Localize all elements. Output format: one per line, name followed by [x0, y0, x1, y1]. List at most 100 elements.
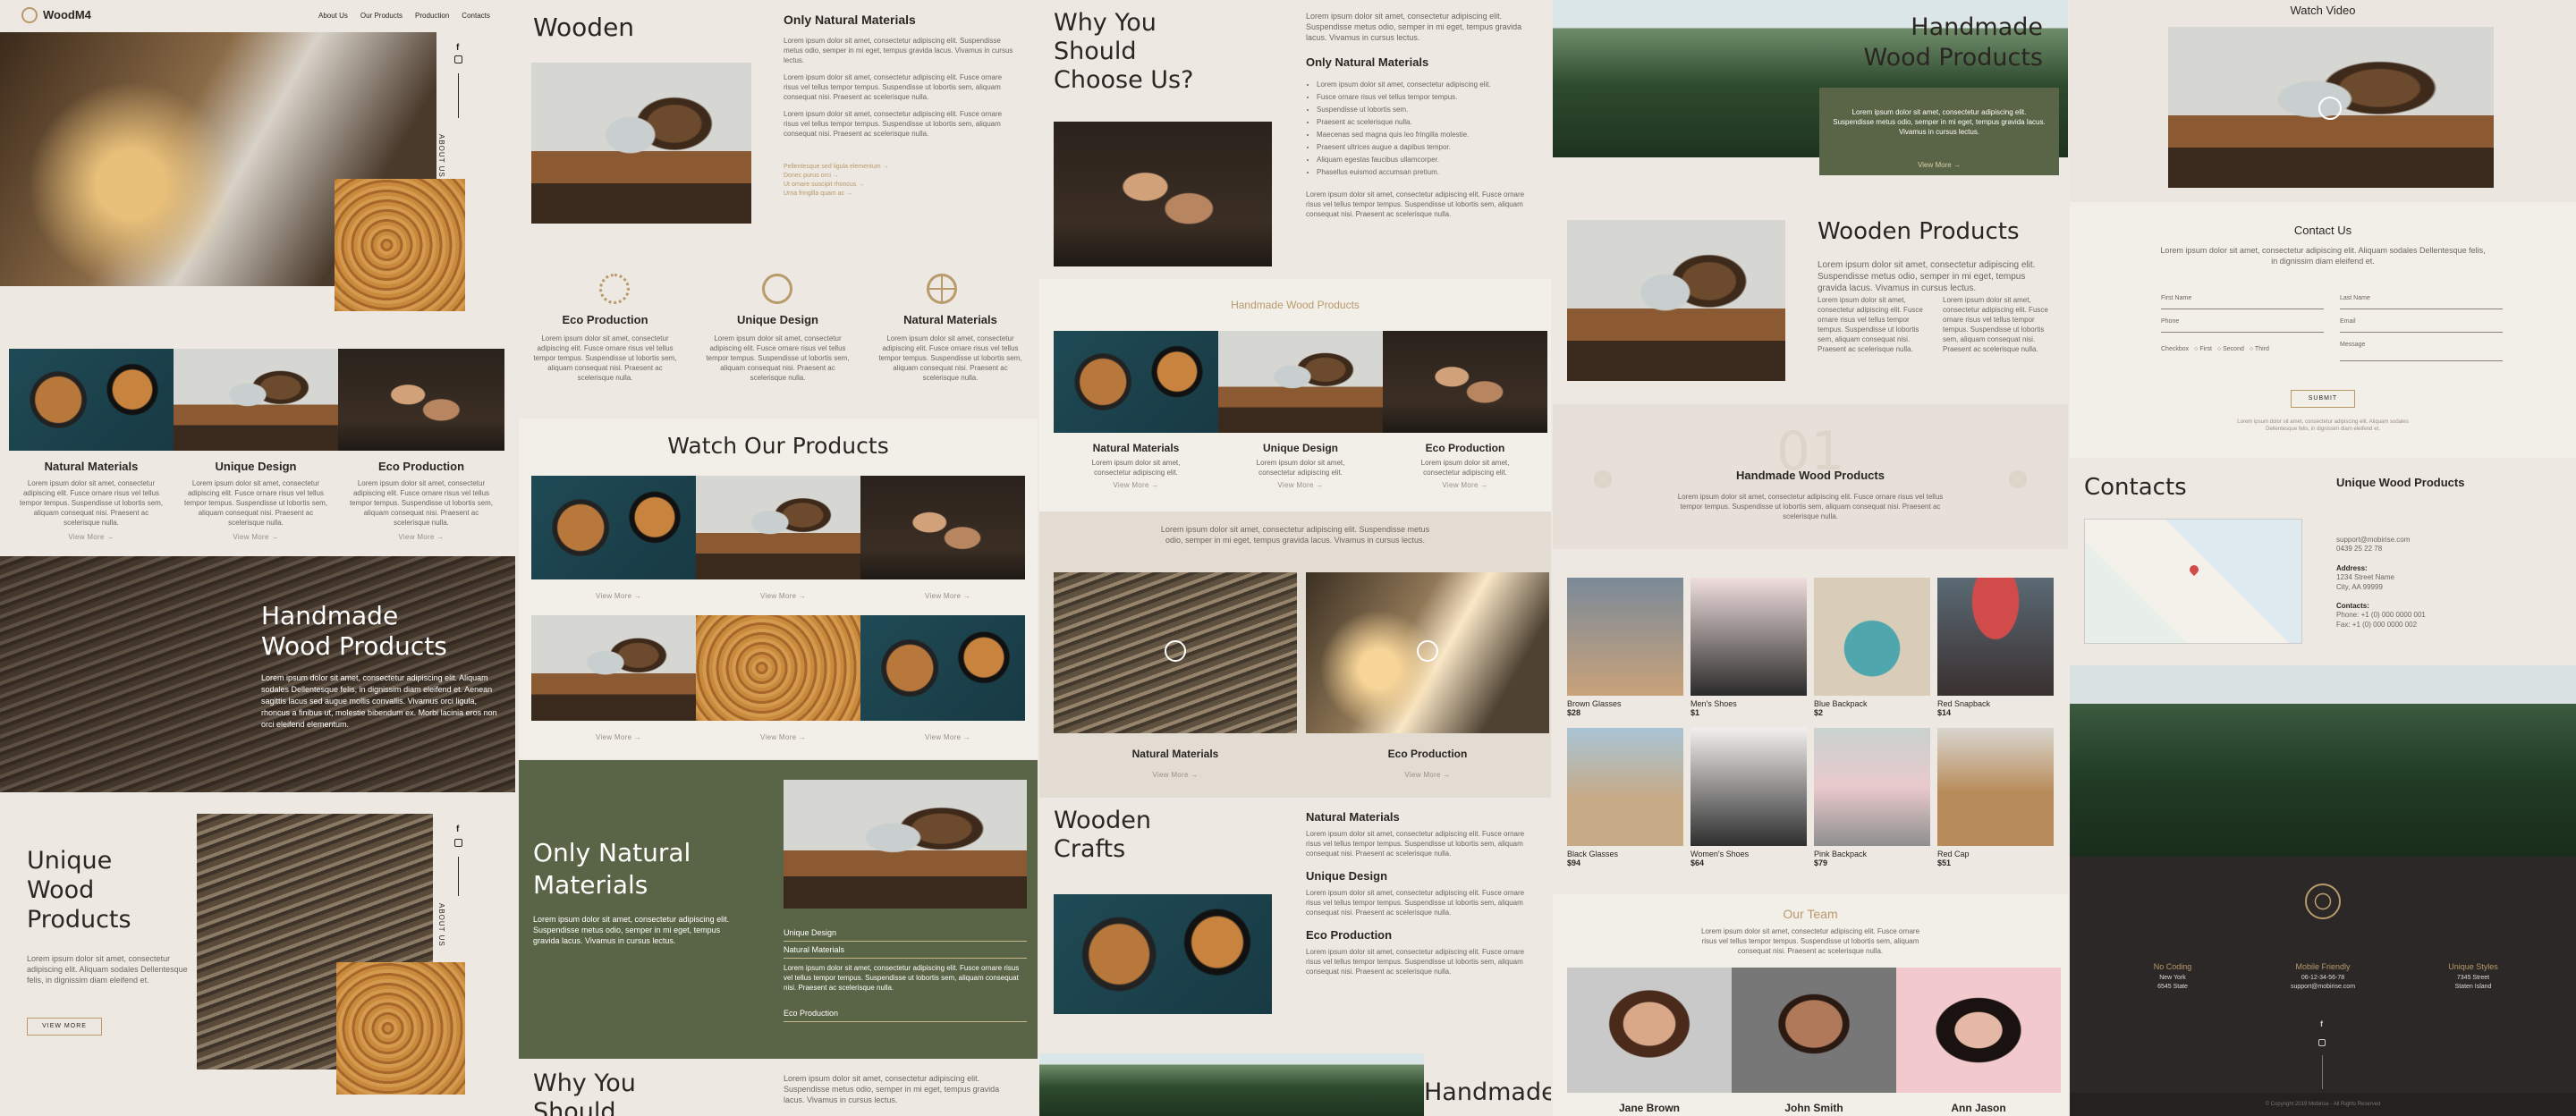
product-name: Women's Shoes — [1690, 850, 1750, 858]
view-more-link[interactable]: View More → — [1819, 161, 2059, 169]
footer-col-text: 06-12-34-56-78 support@mobirise.com — [2290, 975, 2356, 990]
card-text: Lorem ipsum dolor sit amet, consectetur … — [1091, 459, 1181, 477]
product-card[interactable]: Pink Backpack $79 — [1814, 728, 1930, 867]
view-more-link[interactable]: View More → — [1054, 771, 1297, 779]
view-more-link[interactable]: View More → — [760, 733, 806, 741]
crafts-item-text: Lorem ipsum dolor sit amet, consectetur … — [1306, 830, 1525, 858]
unique-text: Lorem ipsum dolor sit amet, consectetur … — [27, 954, 188, 985]
nav-item-production[interactable]: Production — [415, 12, 449, 20]
checkbox-group: Checkbox ○ First ○ Second ○ Third — [2161, 342, 2324, 356]
product-price: $1 — [1690, 708, 1700, 717]
feature-title: Unique Design — [215, 460, 297, 473]
play-icon[interactable] — [2318, 97, 2342, 120]
facebook-icon[interactable]: f — [456, 43, 459, 53]
play-icon[interactable] — [1417, 640, 1438, 662]
view-more-link[interactable]: View More → — [596, 733, 641, 741]
why-text: Lorem ipsum dolor sit amet, consectetur … — [784, 1074, 1000, 1104]
product-card[interactable]: Red Snapback $14 — [1937, 578, 2054, 717]
slider-prev-icon[interactable] — [1594, 470, 1612, 488]
field-label: First Name — [2161, 295, 2192, 301]
column-5: Watch Video Contact Us Lorem ipsum dolor… — [2070, 0, 2576, 1116]
card-photo — [1218, 331, 1383, 433]
why-bullets: Lorem ipsum dolor sit amet, consectetur … — [1317, 79, 1540, 179]
handmade-text: Lorem ipsum dolor sit amet, consectetur … — [261, 673, 497, 729]
list-link[interactable]: Pellentesque sed ligula elementum → — [784, 163, 889, 172]
first-name-field[interactable]: First Name — [2161, 295, 2324, 309]
feature-text: Lorem ipsum dolor sit amet, consectetur … — [183, 479, 328, 527]
nav-item-about[interactable]: About Us — [318, 12, 348, 20]
instagram-icon[interactable] — [454, 839, 462, 847]
map[interactable] — [2084, 519, 2302, 644]
phone-field[interactable]: Phone — [2161, 318, 2324, 333]
card: Eco Production Lorem ipsum dolor sit ame… — [1383, 442, 1547, 489]
product-photo[interactable] — [696, 476, 860, 579]
accordion-item[interactable]: Eco Production — [784, 1005, 1027, 1022]
view-more-link[interactable]: View More → — [925, 733, 970, 741]
view-more-link[interactable]: View More → — [1383, 481, 1547, 489]
checkbox-option[interactable]: ○ Second — [2217, 346, 2244, 352]
facebook-icon[interactable]: f — [2320, 1019, 2323, 1028]
view-more-link[interactable]: View More → — [1054, 481, 1218, 489]
footer-col-title: Unique Styles — [2448, 962, 2498, 971]
about-us-vertical[interactable]: ABOUT US — [437, 134, 445, 178]
handmade-bottom-title: Handmade — [1424, 1078, 1551, 1106]
list-link[interactable]: Urna fringilla quam ac → — [784, 190, 889, 199]
instagram-icon[interactable] — [454, 55, 462, 63]
product-card[interactable]: Black Glasses $94 — [1567, 728, 1683, 867]
brand-name[interactable]: WoodM4 — [43, 8, 91, 21]
product-photo[interactable] — [531, 476, 696, 579]
nav-item-products[interactable]: Our Products — [360, 12, 402, 20]
product-photo[interactable] — [860, 476, 1025, 579]
last-name-field[interactable]: Last Name — [2340, 295, 2503, 309]
list-link[interactable]: Ut ornare suscipit rhoncus → — [784, 181, 889, 190]
handmade-title: Handmade Wood Products — [261, 601, 447, 661]
message-field[interactable]: Message — [2340, 342, 2503, 361]
card-text: Lorem ipsum dolor sit amet, consectetur … — [1256, 459, 1345, 477]
product-photo[interactable] — [860, 615, 1025, 721]
handmade-small-heading: Handmade Wood Products — [1231, 299, 1360, 311]
product-card[interactable]: Brown Glasses $28 — [1567, 578, 1683, 717]
facebook-icon[interactable]: f — [456, 824, 459, 834]
view-more-link[interactable]: View More → — [1306, 771, 1549, 779]
view-more-link[interactable]: View More → — [925, 592, 970, 600]
view-more-link[interactable]: View More → — [16, 533, 166, 541]
wooden-products-photo — [1567, 220, 1785, 381]
checkbox-option[interactable]: ○ Third — [2250, 346, 2269, 352]
list-link[interactable]: Donec purus orci → — [784, 172, 889, 181]
view-more-link[interactable]: View More → — [345, 533, 497, 541]
card-title: Unique Design — [1262, 442, 1338, 454]
checkbox-option[interactable]: ○ First — [2194, 346, 2212, 352]
email-field[interactable]: Email — [2340, 318, 2503, 333]
slider-next-icon[interactable] — [2009, 470, 2027, 488]
product-photo[interactable] — [696, 615, 860, 721]
view-more-link[interactable]: View More → — [181, 533, 331, 541]
forest-banner-photo — [2070, 665, 2576, 857]
product-card[interactable]: Women's Shoes $64 — [1690, 728, 1807, 867]
logo-icon[interactable] — [21, 7, 38, 23]
product-name: Brown Glasses — [1567, 699, 1622, 708]
accordion-item[interactable]: Natural Materials — [784, 942, 1027, 959]
submit-button[interactable]: SUBMIT — [2291, 390, 2355, 408]
why-photo — [1054, 122, 1272, 266]
about-us-vertical[interactable]: ABOUT US — [437, 903, 445, 947]
view-more-link[interactable]: View More → — [760, 592, 806, 600]
product-photo[interactable] — [531, 615, 696, 721]
nav-item-contacts[interactable]: Contacts — [462, 12, 490, 20]
product-price: $64 — [1690, 858, 1705, 867]
view-more-link[interactable]: View More → — [1218, 481, 1383, 489]
product-card[interactable]: Red Cap $51 — [1937, 728, 2054, 867]
view-more-button[interactable]: VIEW MORE — [27, 1018, 102, 1036]
team-name: John Smith — [1784, 1102, 1843, 1114]
play-icon[interactable] — [1165, 640, 1186, 662]
footer-columns: No Coding New York 6545 State Mobile Fri… — [2106, 962, 2540, 992]
instagram-icon[interactable] — [2318, 1039, 2326, 1046]
accordion-item[interactable]: Unique Design — [784, 925, 1027, 942]
feature-card: Eco Production Lorem ipsum dolor sit ame… — [338, 460, 504, 541]
product-card[interactable]: Men's Shoes $1 — [1690, 578, 1807, 717]
card: Unique Design Lorem ipsum dolor sit amet… — [1218, 442, 1383, 489]
column-2: Wooden Only Natural Materials Lorem ipsu… — [519, 0, 1038, 1116]
view-more-link[interactable]: View More → — [596, 592, 641, 600]
product-card[interactable]: Blue Backpack $2 — [1814, 578, 1930, 717]
feature-cards: Natural Materials Lorem ipsum dolor sit … — [9, 460, 504, 541]
team-photo — [1732, 968, 1896, 1093]
